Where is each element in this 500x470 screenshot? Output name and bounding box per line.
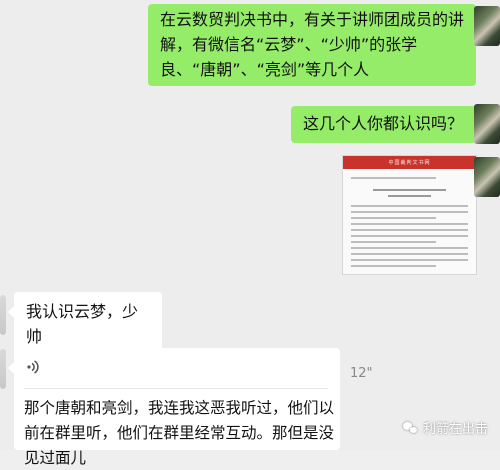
avatar[interactable] xyxy=(0,295,6,335)
document-line xyxy=(351,235,468,237)
chat-area: 在云数贸判决书中，有关于讲师团成员的讲解，有微信名“云梦”、“少帅”的张学良、“… xyxy=(0,0,500,467)
watermark-text: 利箭在出击 xyxy=(422,422,488,437)
message-text: 这几个人你都认识吗？ xyxy=(303,114,464,133)
avatar[interactable] xyxy=(474,157,500,197)
message-bubble-sent[interactable]: 这几个人你都认识吗？ xyxy=(291,106,482,143)
voice-duration: 12" xyxy=(350,366,373,381)
transcript-text: 那个唐朝和亮剑，我连我这恶我听过，他们以前在群里听，他们在群里经常互动。那但是没… xyxy=(24,399,335,467)
document-title: 中国裁判文书网 xyxy=(388,160,431,166)
document-line xyxy=(351,253,468,255)
image-message[interactable]: 中国裁判文书网 xyxy=(342,155,477,275)
document-line xyxy=(351,205,468,207)
document-line xyxy=(351,265,436,267)
document-line xyxy=(351,229,468,231)
document-line xyxy=(373,189,446,191)
divider xyxy=(24,388,328,389)
voice-play-button[interactable] xyxy=(24,358,42,376)
voice-wave-icon xyxy=(27,360,39,374)
document-line xyxy=(351,211,468,213)
document-line xyxy=(351,241,436,243)
document-line xyxy=(351,259,468,261)
wechat-logo-icon xyxy=(402,420,419,436)
message-bubble-sent[interactable]: 在云数贸判决书中，有关于讲师团成员的讲解，有微信名“云梦”、“少帅”的张学良、“… xyxy=(148,4,482,87)
avatar[interactable] xyxy=(474,6,500,46)
avatar[interactable] xyxy=(474,104,500,144)
document-header: 中国裁判文书网 xyxy=(343,156,476,169)
avatar[interactable] xyxy=(0,349,6,389)
document-line xyxy=(351,223,468,225)
document-line xyxy=(351,217,436,219)
document-line xyxy=(351,177,436,179)
document-line xyxy=(388,195,431,197)
message-text: 我认识云梦，少帅 xyxy=(26,302,139,346)
watermark: 利箭在出击 xyxy=(402,418,488,437)
message-text: 在云数贸判决书中，有关于讲师团成员的讲解，有微信名“云梦”、“少帅”的张学良、“… xyxy=(160,10,465,79)
voice-transcript: 那个唐朝和亮剑，我连我这恶我听过，他们以前在群里听，他们在群里经常互动。那但是没… xyxy=(24,396,336,470)
document-line xyxy=(351,247,468,249)
